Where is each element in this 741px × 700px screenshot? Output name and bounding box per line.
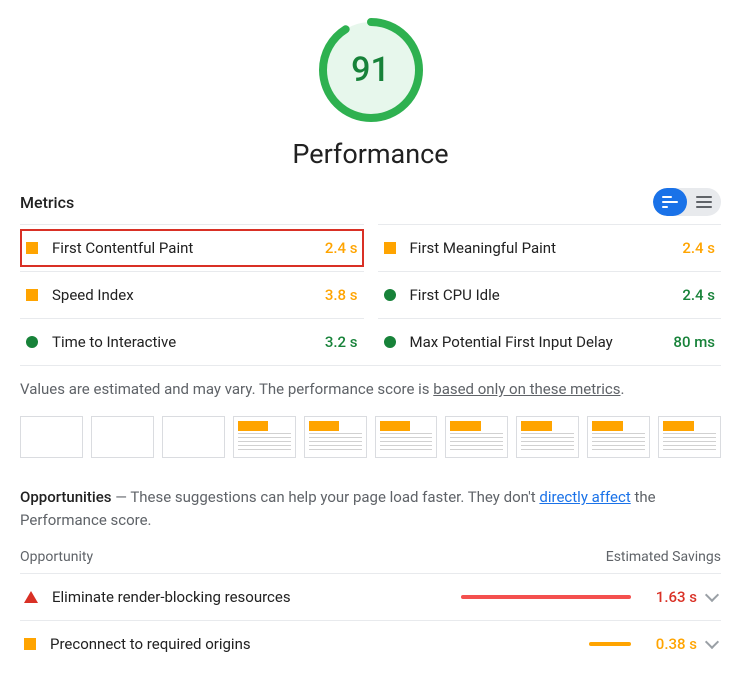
savings-bar <box>461 595 631 599</box>
metric-label: Max Potential First Input Delay <box>410 333 666 351</box>
view-toggle-compact[interactable] <box>653 188 687 216</box>
metrics-heading: Metrics <box>20 193 74 212</box>
filmstrip-frame[interactable] <box>20 416 83 458</box>
filmstrip-frame[interactable] <box>304 416 367 458</box>
gauge-title: Performance <box>292 138 448 170</box>
square-icon <box>384 242 396 254</box>
filmstrip-frame[interactable] <box>445 416 508 458</box>
col-savings: Estimated Savings <box>606 549 721 565</box>
opportunities-label: Opportunities <box>20 488 111 506</box>
circle-icon <box>26 336 38 348</box>
col-opportunity: Opportunity <box>20 549 93 565</box>
compact-icon <box>662 196 678 208</box>
filmstrip-frame[interactable] <box>375 416 438 458</box>
metric-value: 2.4 s <box>325 239 358 257</box>
gauge-ring: 91 <box>315 14 427 126</box>
opportunity-label: Preconnect to required origins <box>50 635 451 653</box>
metric-value: 2.4 s <box>682 286 715 304</box>
performance-gauge: 91 Performance <box>20 14 721 170</box>
chevron-down-icon <box>705 634 719 648</box>
metric-label: First Contentful Paint <box>52 239 317 257</box>
view-toggle <box>653 188 721 216</box>
metric-value: 3.8 s <box>325 286 358 304</box>
metric-value: 3.2 s <box>325 333 358 351</box>
filmstrip-frame[interactable] <box>516 416 579 458</box>
filmstrip-frame[interactable] <box>658 416 721 458</box>
opportunity-label: Eliminate render-blocking resources <box>52 588 451 606</box>
metric-value: 80 ms <box>673 333 715 351</box>
metric-row[interactable]: First Meaningful Paint 2.4 s <box>378 224 722 271</box>
metric-label: Time to Interactive <box>52 333 317 351</box>
metric-label: First CPU Idle <box>410 286 675 304</box>
metrics-grid: First Contentful Paint2.4 sFirst Meaning… <box>20 224 721 365</box>
chevron-down-icon <box>705 587 719 601</box>
gauge-score: 91 <box>351 50 390 90</box>
metric-row[interactable]: First Contentful Paint 2.4 s <box>20 224 364 271</box>
view-toggle-expanded[interactable] <box>687 188 721 216</box>
metric-label: Speed Index <box>52 286 317 304</box>
disclaimer-text-end: . <box>620 380 624 398</box>
opportunity-row[interactable]: Preconnect to required origins 0.38 s <box>20 620 721 667</box>
circle-icon <box>384 336 396 348</box>
savings-bar-wrap <box>451 595 631 599</box>
filmstrip <box>20 416 721 458</box>
opportunities-link[interactable]: directly affect <box>539 488 630 506</box>
filmstrip-frame[interactable] <box>587 416 650 458</box>
savings-bar <box>589 642 631 646</box>
metric-row[interactable]: First CPU Idle 2.4 s <box>378 271 722 318</box>
savings-bar-wrap <box>451 642 631 646</box>
metric-value: 2.4 s <box>682 239 715 257</box>
opportunities-list: Eliminate render-blocking resources 1.63 … <box>20 573 721 667</box>
opportunities-heading: Opportunities — These suggestions can he… <box>20 486 721 533</box>
filmstrip-frame[interactable] <box>91 416 154 458</box>
metric-row[interactable]: Max Potential First Input Delay 80 ms <box>378 318 722 365</box>
metrics-disclaimer: Values are estimated and may vary. The p… <box>20 365 721 416</box>
metric-row[interactable]: Speed Index 3.8 s <box>20 271 364 318</box>
disclaimer-text: Values are estimated and may vary. The p… <box>20 380 433 398</box>
square-icon <box>26 289 38 301</box>
square-icon <box>24 638 36 650</box>
savings-value: 1.63 s <box>643 588 697 606</box>
circle-icon <box>384 289 396 301</box>
filmstrip-frame[interactable] <box>233 416 296 458</box>
disclaimer-link[interactable]: based only on these metrics <box>433 380 620 398</box>
triangle-icon <box>24 591 38 603</box>
square-icon <box>26 242 38 254</box>
opportunity-row[interactable]: Eliminate render-blocking resources 1.63 … <box>20 573 721 620</box>
opportunities-desc: — These suggestions can help your page l… <box>111 488 539 506</box>
metric-row[interactable]: Time to Interactive 3.2 s <box>20 318 364 365</box>
filmstrip-frame[interactable] <box>162 416 225 458</box>
savings-value: 0.38 s <box>643 635 697 653</box>
metric-label: First Meaningful Paint <box>410 239 675 257</box>
opportunities-table-head: Opportunity Estimated Savings <box>20 549 721 573</box>
expand-icon <box>696 196 712 208</box>
